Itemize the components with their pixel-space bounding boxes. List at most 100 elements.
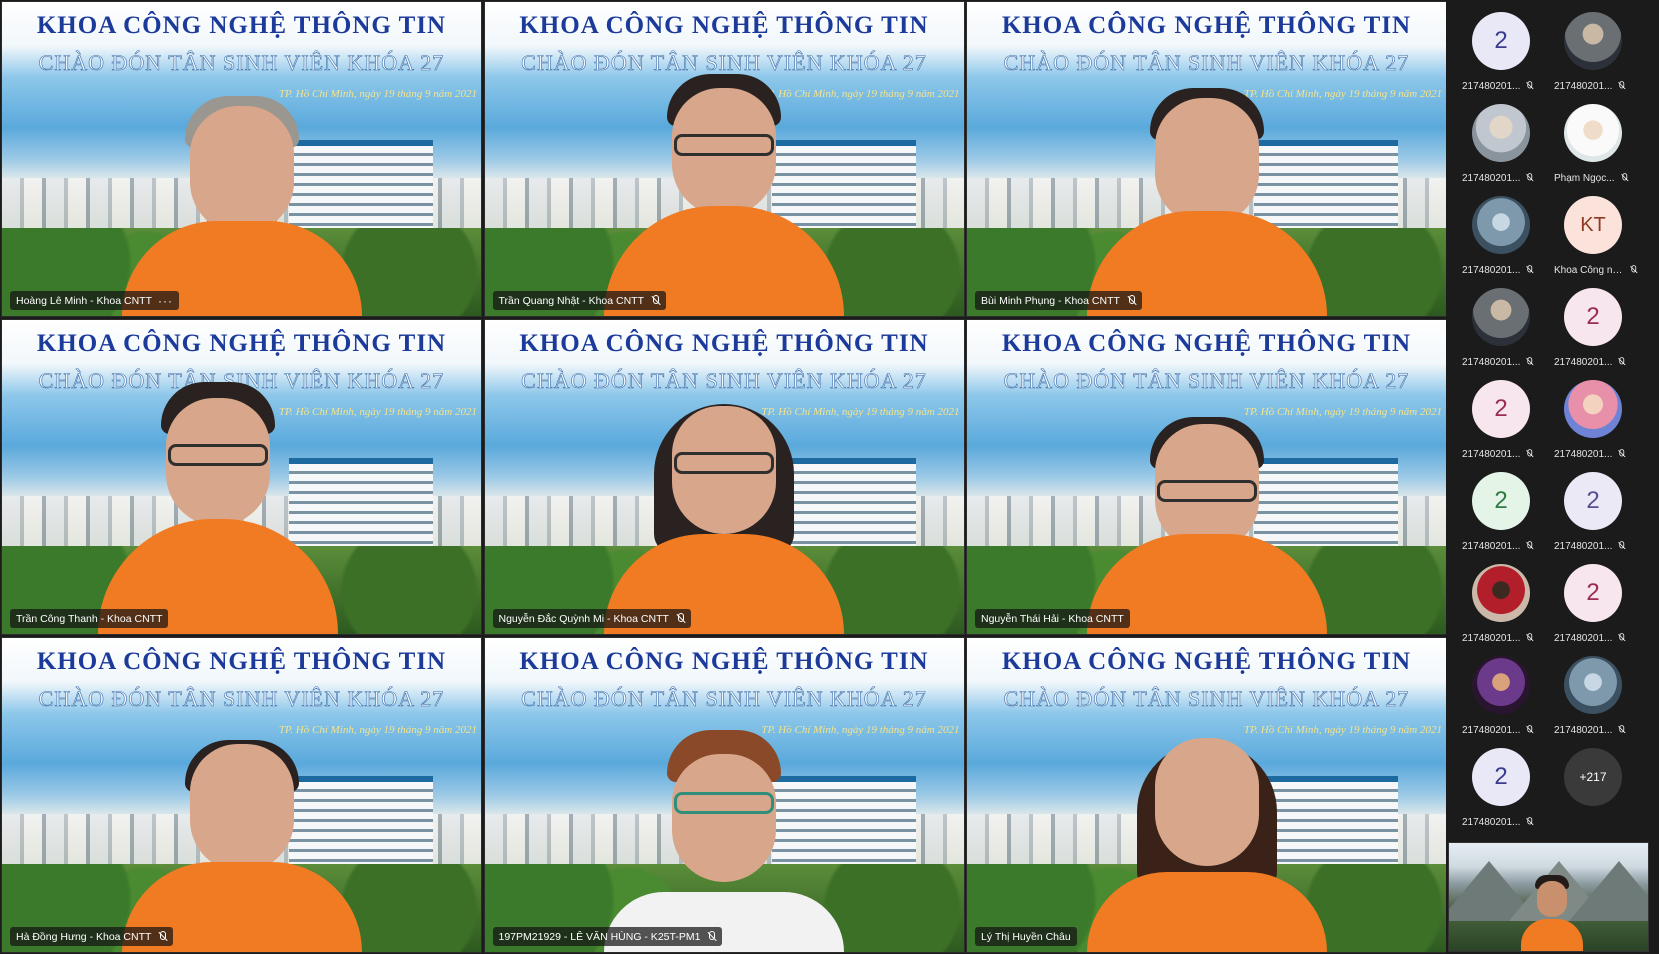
mic-off-icon — [1620, 173, 1628, 183]
participants-panel: 2 217480201... 217480201... 217480201...… — [1446, 0, 1659, 954]
participant-list: 2 217480201... 217480201... 217480201...… — [1446, 6, 1659, 832]
banner-title: KHOA CÔNG NGHỆ THÔNG TIN — [36, 330, 447, 357]
mic-off-icon — [1617, 81, 1625, 91]
participant-video — [594, 56, 854, 316]
video-tile[interactable]: KHOA CÔNG NGHỆ THÔNG TIN CHÀO ĐÓN TÂN SI… — [483, 637, 965, 953]
participant-name: Trần Quang Nhật - Khoa CNTT — [498, 294, 645, 307]
participant-name-tag: Nguyễn Thái Hải - Khoa CNTT — [975, 609, 1130, 628]
participant-item[interactable]: 217480201... — [1554, 650, 1646, 740]
participant-label: 217480201... — [1462, 172, 1521, 184]
banner-title: KHOA CÔNG NGHỆ THÔNG TIN — [36, 12, 447, 39]
participant-name-tag: Hà Đồng Hưng - Khoa CNTT — [10, 927, 174, 946]
participant-label: 217480201... — [1462, 816, 1521, 828]
participant-item[interactable]: KT Khoa Công ngh... — [1554, 190, 1646, 280]
more-participants-button[interactable]: +217 — [1554, 742, 1646, 832]
avatar: 2 — [1564, 564, 1622, 622]
participant-label: 217480201... — [1554, 724, 1613, 736]
participant-name: Nguyễn Thái Hải - Khoa CNTT — [981, 612, 1124, 625]
mic-off-icon — [1617, 449, 1625, 459]
avatar: 2 — [1472, 748, 1530, 806]
participant-name-tag: Nguyễn Đắc Quỳnh Mi - Khoa CNTT — [492, 609, 691, 628]
participant-name: Hà Đồng Hưng - Khoa CNTT — [16, 930, 152, 943]
participant-item[interactable]: 217480201... — [1462, 190, 1554, 280]
self-view-video[interactable] — [1448, 842, 1649, 952]
avatar: 2 — [1472, 12, 1530, 70]
avatar — [1472, 196, 1530, 254]
mic-off-icon — [650, 294, 660, 307]
participant-video — [112, 86, 372, 316]
video-tile[interactable]: KHOA CÔNG NGHỆ THÔNG TIN CHÀO ĐÓN TÂN SI… — [483, 1, 965, 317]
participant-label: 217480201... — [1462, 632, 1521, 644]
participant-name-tag: Lý Thị Huyền Châu — [975, 927, 1077, 946]
participant-name-tag: Trần Quang Nhật - Khoa CNTT — [492, 291, 667, 310]
participant-name: Nguyễn Đắc Quỳnh Mi - Khoa CNTT — [498, 612, 669, 625]
participant-item[interactable]: Phạm Ngọc... — [1554, 98, 1646, 188]
mic-off-icon — [1525, 357, 1533, 367]
participant-item[interactable]: 2 217480201... — [1554, 282, 1646, 372]
participant-item[interactable]: 217480201... — [1462, 282, 1554, 372]
participant-item[interactable]: 2 217480201... — [1462, 374, 1554, 464]
participant-item[interactable]: 217480201... — [1554, 374, 1646, 464]
participant-item[interactable]: 2 217480201... — [1554, 558, 1646, 648]
banner-subtitle: CHÀO ĐÓN TÂN SINH VIÊN KHÓA 27 — [1003, 50, 1410, 76]
video-tile[interactable]: KHOA CÔNG NGHỆ THÔNG TIN CHÀO ĐÓN TÂN SI… — [483, 319, 965, 635]
participant-item[interactable]: 217480201... — [1554, 6, 1646, 96]
mic-off-icon — [1525, 541, 1533, 551]
participant-item[interactable]: 2 217480201... — [1462, 742, 1554, 832]
banner-title: KHOA CÔNG NGHỆ THÔNG TIN — [36, 648, 447, 675]
mic-off-icon — [1525, 449, 1533, 459]
mic-off-icon — [1617, 633, 1625, 643]
banner-title: KHOA CÔNG NGHỆ THÔNG TIN — [1001, 648, 1412, 675]
participant-label: 217480201... — [1462, 540, 1521, 552]
avatar: 2 — [1564, 288, 1622, 346]
participant-name-tag: Trần Công Thanh - Khoa CNTT — [10, 609, 169, 628]
participant-name-tag: 197PM21929 - LÊ VĂN HÙNG - K25T-PM1 — [492, 927, 723, 946]
avatar — [1564, 656, 1622, 714]
participant-item[interactable]: 217480201... — [1462, 650, 1554, 740]
avatar — [1564, 380, 1622, 438]
participant-label: 217480201... — [1462, 356, 1521, 368]
participant-name: Lý Thị Huyền Châu — [981, 930, 1071, 943]
banner-subtitle: CHÀO ĐÓN TÂN SINH VIÊN KHÓA 27 — [1003, 686, 1410, 712]
participant-item[interactable]: 217480201... — [1462, 558, 1554, 648]
participant-label: 217480201... — [1462, 448, 1521, 460]
mic-off-icon — [1525, 817, 1533, 827]
self-video — [1521, 871, 1583, 951]
participant-label: Phạm Ngọc... — [1554, 172, 1615, 184]
banner-title: KHOA CÔNG NGHỆ THÔNG TIN — [519, 648, 929, 675]
participant-video — [594, 364, 854, 634]
more-options-icon[interactable]: ··· — [158, 294, 173, 308]
participant-item[interactable]: 2 217480201... — [1462, 6, 1554, 96]
participant-name-tag: Bùi Minh Phụng - Khoa CNTT — [975, 291, 1142, 310]
participant-item[interactable]: 2 217480201... — [1462, 466, 1554, 556]
participant-video — [112, 732, 372, 952]
video-tile[interactable]: KHOA CÔNG NGHỆ THÔNG TIN CHÀO ĐÓN TÂN SI… — [966, 1, 1447, 317]
banner-subtitle: CHÀO ĐÓN TÂN SINH VIÊN KHÓA 27 — [38, 686, 445, 712]
video-tile[interactable]: KHOA CÔNG NGHỆ THÔNG TIN CHÀO ĐÓN TÂN SI… — [966, 319, 1447, 635]
video-tile[interactable]: KHOA CÔNG NGHỆ THÔNG TIN CHÀO ĐÓN TÂN SI… — [1, 637, 482, 953]
avatar — [1472, 656, 1530, 714]
participant-label: 217480201... — [1462, 264, 1521, 276]
banner-title: KHOA CÔNG NGHỆ THÔNG TIN — [519, 12, 929, 39]
participant-item[interactable]: 2 217480201... — [1554, 466, 1646, 556]
banner-title: KHOA CÔNG NGHỆ THÔNG TIN — [1001, 330, 1412, 357]
mic-off-icon — [157, 930, 167, 943]
banner-subtitle: CHÀO ĐÓN TÂN SINH VIÊN KHÓA 27 — [521, 686, 927, 712]
participant-video — [594, 722, 854, 952]
video-tile[interactable]: KHOA CÔNG NGHỆ THÔNG TIN CHÀO ĐÓN TÂN SI… — [1, 1, 482, 317]
mic-off-icon — [1617, 541, 1625, 551]
avatar: 2 — [1472, 380, 1530, 438]
mic-off-icon — [1629, 265, 1637, 275]
video-grid: KHOA CÔNG NGHỆ THÔNG TIN CHÀO ĐÓN TÂN SI… — [0, 0, 1447, 954]
mic-off-icon — [1525, 265, 1533, 275]
banner-subtitle: CHÀO ĐÓN TÂN SINH VIÊN KHÓA 27 — [38, 50, 445, 76]
video-tile[interactable]: KHOA CÔNG NGHỆ THÔNG TIN CHÀO ĐÓN TÂN SI… — [966, 637, 1447, 953]
video-tile[interactable]: KHOA CÔNG NGHỆ THÔNG TIN CHÀO ĐÓN TÂN SI… — [1, 319, 482, 635]
mic-off-icon — [1525, 633, 1533, 643]
more-participants-count[interactable]: +217 — [1564, 748, 1622, 806]
avatar: 2 — [1564, 472, 1622, 530]
mic-off-icon — [1525, 173, 1533, 183]
avatar — [1472, 288, 1530, 346]
mic-off-icon — [675, 612, 685, 625]
participant-item[interactable]: 217480201... — [1462, 98, 1554, 188]
